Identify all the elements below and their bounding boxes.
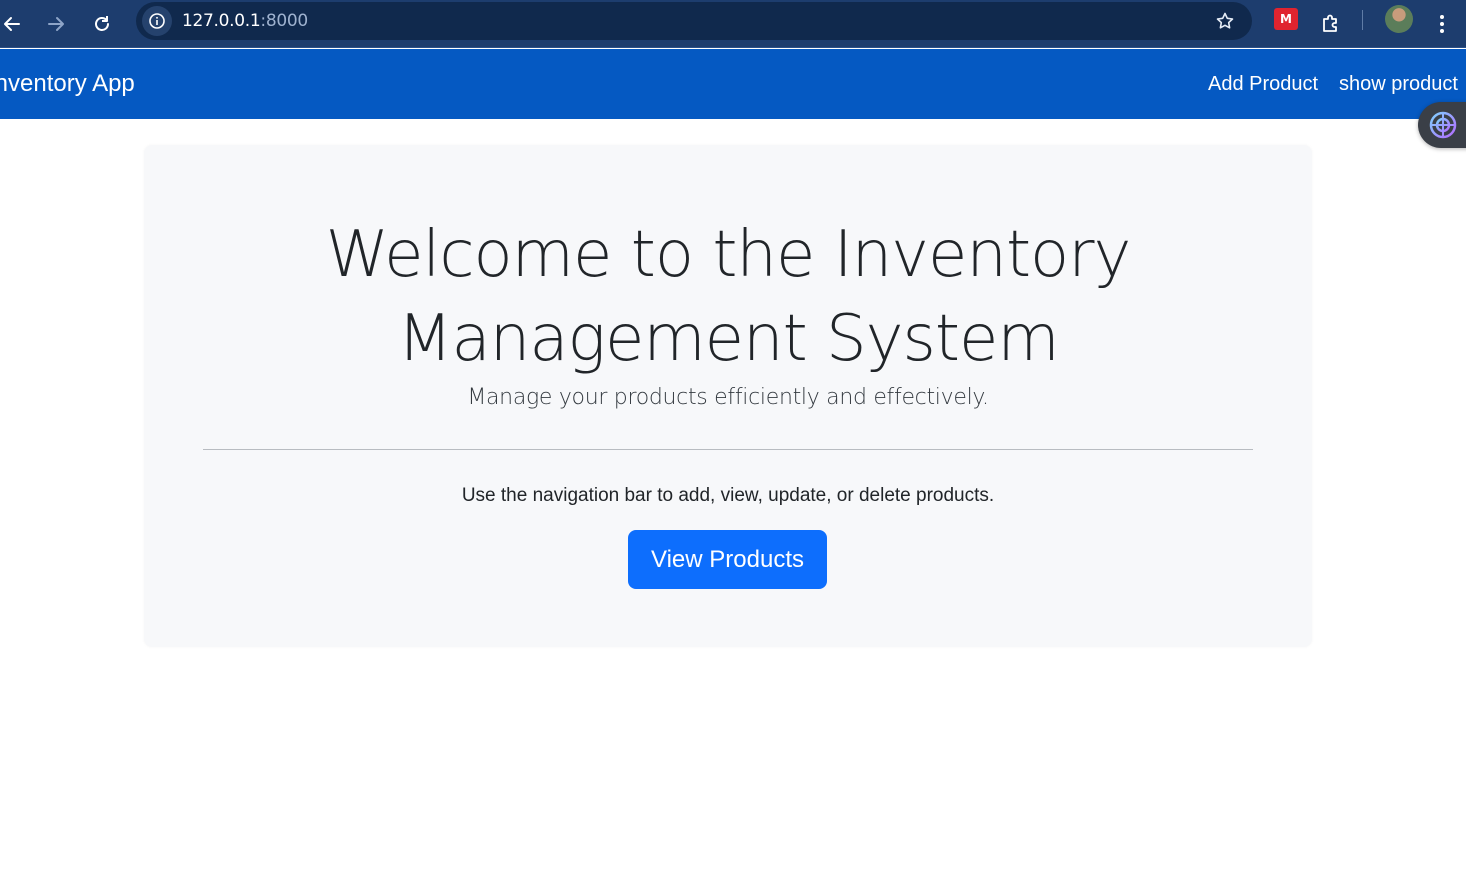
back-arrow-icon[interactable] xyxy=(0,6,30,42)
url-port: :8000 xyxy=(260,11,308,31)
hero-divider xyxy=(203,449,1253,450)
hero-lead: Manage your products efficiently and eff… xyxy=(467,385,989,410)
hero-title: Welcome to the Inventory Management Syst… xyxy=(144,213,1312,381)
address-bar[interactable]: 127.0.0.1:8000 xyxy=(136,2,1252,40)
navbar-brand[interactable]: Inventory App xyxy=(0,70,135,98)
toolbar-divider xyxy=(1362,10,1363,30)
url-host: 127.0.0.1 xyxy=(182,11,261,31)
site-info-icon[interactable] xyxy=(142,6,172,36)
bookmark-star-icon[interactable] xyxy=(1214,10,1236,32)
menu-kebab-icon[interactable] xyxy=(1424,6,1460,42)
hero-title-line1: Welcome to the Inventory xyxy=(325,218,1132,292)
nav-link-add-product[interactable]: Add Product xyxy=(1208,73,1318,96)
profile-avatar[interactable] xyxy=(1385,5,1413,33)
nav-link-show-product[interactable]: show product xyxy=(1339,73,1458,96)
forward-arrow-icon[interactable] xyxy=(38,6,74,42)
url-text[interactable]: 127.0.0.1:8000 xyxy=(182,11,308,31)
jumbotron-card: Welcome to the Inventory Management Syst… xyxy=(144,145,1312,647)
browser-toolbar: 127.0.0.1:8000 M xyxy=(0,0,1466,48)
app-navbar: Inventory App Add Product show product xyxy=(0,49,1466,119)
floating-assistant-widget[interactable] xyxy=(1418,102,1466,148)
view-products-button[interactable]: View Products xyxy=(628,530,827,589)
hero-title-line2: Management System xyxy=(397,302,1059,376)
reload-icon[interactable] xyxy=(84,6,120,42)
assistant-swirl-icon xyxy=(1429,111,1457,139)
puzzle-icon[interactable] xyxy=(1313,6,1349,42)
extension-icon[interactable]: M xyxy=(1274,8,1298,30)
hero-body-text: Use the navigation bar to add, view, upd… xyxy=(461,485,995,506)
